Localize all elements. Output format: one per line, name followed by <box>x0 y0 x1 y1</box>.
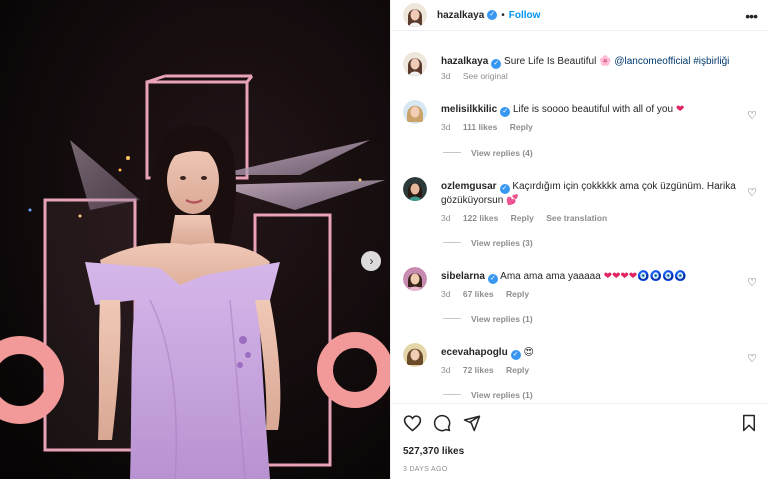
comment-body: ecevahapoglu ✓ 😍 <box>441 346 736 360</box>
comment-body: ozlemgusar ✓ Kaçırdığım için çokkkkk ama … <box>441 180 736 208</box>
comment-likes-count[interactable]: 111 likes <box>463 122 498 132</box>
see-original-button[interactable]: See original <box>463 71 508 81</box>
commenter-avatar[interactable] <box>403 267 427 291</box>
comment-likes-count[interactable]: 67 likes <box>463 289 494 299</box>
more-options-icon[interactable]: ••• <box>745 8 758 24</box>
comment-meta: 3d 122 likes Reply See translation <box>441 213 617 223</box>
comment-icon[interactable] <box>433 414 451 435</box>
author-avatar[interactable] <box>403 3 427 27</box>
comment-username[interactable]: sibelarna <box>441 271 485 282</box>
comment-emoji: 💕 <box>506 195 519 206</box>
comment-text: Life is soooo beautiful with all of you <box>512 104 674 115</box>
comment-likes-count[interactable]: 122 likes <box>463 213 498 223</box>
comment-username[interactable]: melisilkkilic <box>441 104 497 115</box>
follow-button[interactable]: Follow <box>509 10 541 21</box>
comment-username[interactable]: ozlemgusar <box>441 181 497 192</box>
view-replies-button[interactable]: View replies (3) <box>443 238 533 248</box>
post-header: hazalkaya ✓ • Follow ••• <box>391 0 768 31</box>
heart-icon[interactable] <box>403 414 422 435</box>
view-replies-label: View replies (1) <box>471 314 533 324</box>
comment-emoji: ❤ <box>675 104 685 115</box>
instagram-post-view: › hazalkaya ✓ • Follow ••• hazalkaya ✓ Su… <box>0 0 768 479</box>
replies-divider <box>443 318 461 319</box>
view-replies-label: View replies (3) <box>471 238 533 248</box>
post-actions-bar: 527,370 likes 3 DAYS AGO <box>391 403 768 479</box>
comment-meta: 3d 111 likes Reply <box>441 122 543 132</box>
caption-mention-link[interactable]: @lancomeofficial <box>614 56 690 67</box>
comments-list[interactable]: hazalkaya ✓ Sure Life Is Beautiful 🌸 @lan… <box>391 31 768 403</box>
heart-icon[interactable]: ♡ <box>747 276 757 289</box>
replies-divider <box>443 152 461 153</box>
comment-emoji: 😍 <box>523 347 534 358</box>
author-avatar[interactable] <box>403 52 427 76</box>
view-replies-label: View replies (1) <box>471 390 533 400</box>
comment-time: 3d <box>441 365 451 375</box>
comment-text: Ama ama ama yaaaaa <box>500 271 601 282</box>
view-replies-label: View replies (4) <box>471 148 533 158</box>
reply-button[interactable]: Reply <box>510 122 533 132</box>
photo-illustration <box>0 0 390 479</box>
caption-meta: 3d See original <box>441 71 518 81</box>
post-photo[interactable]: › <box>0 0 390 479</box>
caption-emoji: 🌸 <box>599 56 612 67</box>
caption-time: 3d <box>441 71 451 81</box>
verified-badge-icon: ✓ <box>500 107 511 117</box>
commenter-avatar[interactable] <box>403 177 427 201</box>
comment-emoji: ❤❤❤❤🧿🧿🧿🧿 <box>603 271 687 282</box>
comment-time: 3d <box>441 122 451 132</box>
caption-body: hazalkaya ✓ Sure Life Is Beautiful 🌸 @lan… <box>441 55 736 69</box>
post-date: 3 DAYS AGO <box>403 466 448 473</box>
verified-badge-icon: ✓ <box>499 184 510 194</box>
comment-body: sibelarna ✓ Ama ama ama yaaaaa ❤❤❤❤🧿🧿🧿🧿 <box>441 270 736 284</box>
comment-username[interactable]: ecevahapoglu <box>441 347 508 358</box>
heart-icon[interactable]: ♡ <box>747 352 757 365</box>
separator-dot: • <box>501 9 505 21</box>
reply-button[interactable]: Reply <box>506 289 529 299</box>
replies-divider <box>443 394 461 395</box>
caption-hashtag-link[interactable]: #işbirliği <box>693 56 729 67</box>
comment-body: melisilkkilic ✓ Life is soooo beautiful w… <box>441 103 736 117</box>
verified-badge-icon: ✓ <box>487 10 498 20</box>
author-username[interactable]: hazalkaya <box>437 10 484 21</box>
reply-button[interactable]: Reply <box>511 213 534 223</box>
view-replies-button[interactable]: View replies (4) <box>443 148 533 158</box>
commenter-avatar[interactable] <box>403 343 427 367</box>
replies-divider <box>443 242 461 243</box>
view-replies-button[interactable]: View replies (1) <box>443 390 533 400</box>
comment-meta: 3d 72 likes Reply <box>441 365 539 375</box>
post-likes-count[interactable]: 527,370 likes <box>403 446 464 457</box>
view-replies-button[interactable]: View replies (1) <box>443 314 533 324</box>
verified-badge-icon: ✓ <box>491 59 502 69</box>
caption-username[interactable]: hazalkaya <box>441 56 488 67</box>
next-photo-button[interactable]: › <box>361 251 381 271</box>
comment-time: 3d <box>441 289 451 299</box>
commenter-avatar[interactable] <box>403 100 427 124</box>
share-icon[interactable] <box>463 414 481 435</box>
verified-badge-icon: ✓ <box>487 274 498 284</box>
chevron-right-icon: › <box>369 254 374 268</box>
comment-meta: 3d 67 likes Reply <box>441 289 539 299</box>
comment-time: 3d <box>441 213 451 223</box>
heart-icon[interactable]: ♡ <box>747 186 757 199</box>
heart-icon[interactable]: ♡ <box>747 109 757 122</box>
post-side-panel: hazalkaya ✓ • Follow ••• hazalkaya ✓ Sure… <box>390 0 768 479</box>
comment-likes-count[interactable]: 72 likes <box>463 365 494 375</box>
verified-badge-icon: ✓ <box>510 350 521 360</box>
reply-button[interactable]: Reply <box>506 365 529 375</box>
caption-text: Sure Life Is Beautiful <box>504 56 597 67</box>
bookmark-icon[interactable] <box>741 414 757 435</box>
see-translation-button[interactable]: See translation <box>546 213 607 223</box>
